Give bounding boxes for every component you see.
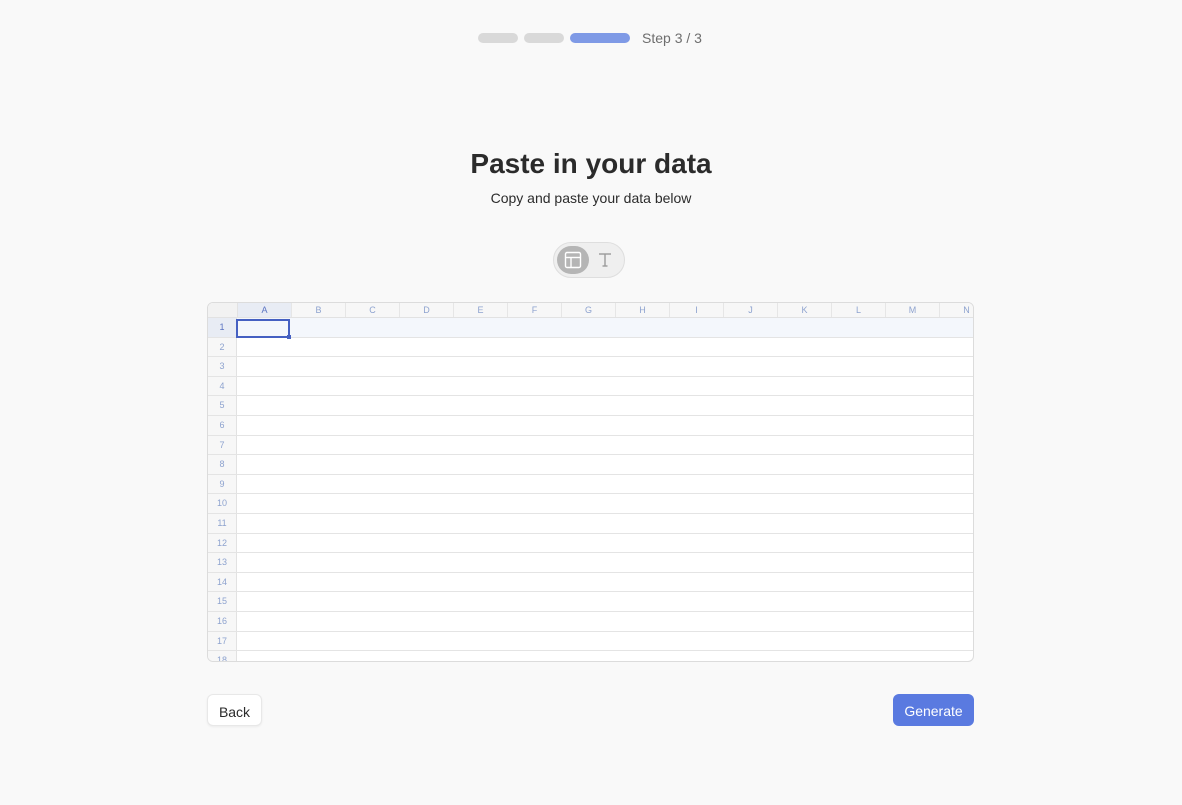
selected-cell[interactable] bbox=[236, 319, 291, 339]
row-header-10[interactable]: 10 bbox=[208, 494, 237, 513]
table-row[interactable]: 10 bbox=[208, 494, 973, 514]
column-header-d[interactable]: D bbox=[400, 303, 454, 317]
step-label: Step 3 / 3 bbox=[642, 30, 702, 46]
column-header-k[interactable]: K bbox=[778, 303, 832, 317]
row-header-12[interactable]: 12 bbox=[208, 533, 237, 553]
column-header-g[interactable]: G bbox=[562, 303, 616, 317]
column-header-c[interactable]: C bbox=[346, 303, 400, 317]
input-mode-toggle bbox=[553, 242, 625, 278]
row-header-16[interactable]: 16 bbox=[208, 612, 237, 631]
column-header-f[interactable]: F bbox=[508, 303, 562, 317]
step-2-indicator bbox=[524, 33, 564, 43]
table-row[interactable]: 3 bbox=[208, 357, 973, 377]
text-mode-button[interactable] bbox=[589, 246, 621, 274]
table-row[interactable]: 1 bbox=[208, 318, 973, 338]
row-header-14[interactable]: 14 bbox=[208, 572, 237, 592]
table-row[interactable]: 11 bbox=[208, 514, 973, 534]
column-header-n[interactable]: N bbox=[940, 303, 973, 317]
table-mode-button[interactable] bbox=[557, 246, 589, 274]
column-header-l[interactable]: L bbox=[832, 303, 886, 317]
table-row[interactable]: 14 bbox=[208, 572, 973, 593]
table-icon bbox=[564, 251, 582, 269]
table-row[interactable]: 6 bbox=[208, 416, 973, 436]
row-header-6[interactable]: 6 bbox=[208, 416, 237, 435]
table-row[interactable]: 13 bbox=[208, 553, 973, 573]
table-row[interactable]: 17 bbox=[208, 631, 973, 652]
row-header-13[interactable]: 13 bbox=[208, 553, 237, 572]
row-header-5[interactable]: 5 bbox=[208, 396, 237, 415]
generate-button[interactable]: Generate bbox=[893, 694, 974, 726]
column-header-j[interactable]: J bbox=[724, 303, 778, 317]
page-title: Paste in your data bbox=[470, 148, 712, 179]
text-icon bbox=[596, 251, 614, 269]
table-row[interactable]: 8 bbox=[208, 455, 973, 475]
table-row[interactable]: 12 bbox=[208, 533, 973, 554]
sheet-corner bbox=[208, 303, 238, 317]
back-button[interactable]: Back bbox=[207, 694, 262, 726]
row-header-11[interactable]: 11 bbox=[208, 514, 237, 533]
column-header-h[interactable]: H bbox=[616, 303, 670, 317]
column-header-a[interactable]: A bbox=[238, 303, 292, 317]
column-header-row: ABCDEFGHIJKLMN bbox=[208, 303, 973, 318]
step-3-indicator bbox=[570, 33, 630, 43]
data-spreadsheet[interactable]: ABCDEFGHIJKLMN 1 2 3 4 5 6 7 8 9 10 11 12 13 14 15 16 17… bbox=[207, 302, 974, 662]
row-header-15[interactable]: 15 bbox=[208, 592, 237, 611]
table-row[interactable]: 7 bbox=[208, 435, 973, 456]
table-row[interactable]: 9 bbox=[208, 474, 973, 495]
table-row[interactable]: 4 bbox=[208, 376, 973, 397]
page-subtitle: Copy and paste your data below bbox=[490, 190, 692, 206]
table-row[interactable]: 15 bbox=[208, 592, 973, 612]
table-row[interactable]: 2 bbox=[208, 337, 973, 358]
row-header-9[interactable]: 9 bbox=[208, 474, 237, 494]
table-row[interactable]: 18 bbox=[208, 651, 973, 661]
progress-stepper: Step 3 / 3 bbox=[478, 30, 702, 46]
row-header-18[interactable]: 18 bbox=[208, 651, 237, 661]
row-header-2[interactable]: 2 bbox=[208, 337, 237, 357]
step-1-indicator bbox=[478, 33, 518, 43]
column-header-m[interactable]: M bbox=[886, 303, 940, 317]
column-header-b[interactable]: B bbox=[292, 303, 346, 317]
row-header-1[interactable]: 1 bbox=[208, 318, 237, 337]
column-header-i[interactable]: I bbox=[670, 303, 724, 317]
table-row[interactable]: 5 bbox=[208, 396, 973, 416]
table-row[interactable]: 16 bbox=[208, 612, 973, 632]
row-header-17[interactable]: 17 bbox=[208, 631, 237, 651]
column-header-e[interactable]: E bbox=[454, 303, 508, 317]
row-header-7[interactable]: 7 bbox=[208, 435, 237, 455]
row-header-4[interactable]: 4 bbox=[208, 376, 237, 396]
row-header-8[interactable]: 8 bbox=[208, 455, 237, 474]
row-header-3[interactable]: 3 bbox=[208, 357, 237, 376]
